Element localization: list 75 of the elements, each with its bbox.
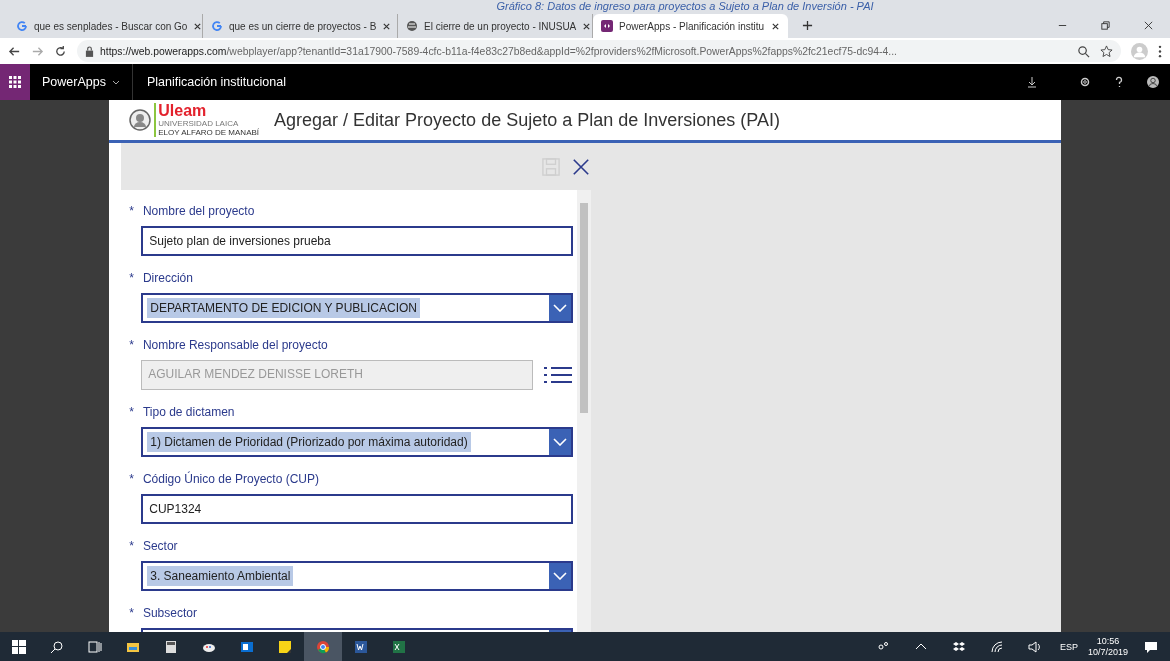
close-icon[interactable] — [1143, 19, 1154, 31]
required-marker: * — [129, 471, 134, 486]
dropdown-field[interactable]: 3. Saneamiento Ambiental — [141, 561, 574, 591]
field-label: Tipo de dictamen — [142, 404, 235, 419]
restore-icon[interactable] — [1100, 19, 1111, 31]
close-icon[interactable] — [572, 157, 591, 176]
excel-icon[interactable] — [392, 639, 406, 654]
required-marker: * — [129, 404, 134, 419]
zoom-icon[interactable] — [1077, 44, 1090, 58]
input-language[interactable]: ESP — [1059, 641, 1078, 652]
task-view-icon[interactable] — [88, 639, 102, 654]
field-label: Código Único de Proyecto (CUP) — [142, 471, 319, 486]
scrollbar[interactable] — [577, 190, 592, 632]
logo-subtitle: UNIVERSIDAD LAICA — [158, 119, 240, 128]
dropdown-chevron-icon — [549, 429, 572, 455]
star-icon[interactable] — [1100, 44, 1113, 58]
help-icon[interactable] — [1113, 76, 1125, 88]
app-name: Planificación institucional — [145, 75, 287, 89]
reload-icon[interactable] — [54, 44, 67, 58]
notification-icon[interactable] — [1144, 639, 1158, 654]
download-icon[interactable] — [1026, 76, 1038, 88]
browser-tab[interactable]: PowerApps - Planificación institu — [593, 14, 788, 38]
logo-wordmark: Uleam — [158, 103, 208, 119]
required-marker: * — [129, 538, 134, 553]
selected-value: 3. Saneamiento Ambiental — [147, 566, 294, 586]
wifi-icon[interactable] — [989, 639, 1004, 654]
seal-logo-icon — [129, 109, 152, 131]
calculator-icon[interactable] — [164, 639, 178, 654]
speaker-icon[interactable] — [1027, 639, 1042, 654]
dropdown-chevron-icon — [549, 295, 572, 321]
dropdown-chevron-icon — [549, 563, 572, 589]
list-icon[interactable] — [543, 365, 574, 385]
g-letter-icon — [16, 20, 28, 32]
settings-icon[interactable] — [1079, 76, 1091, 88]
close-icon[interactable] — [582, 21, 592, 31]
caret-icon — [111, 79, 120, 85]
user-avatar-icon[interactable] — [1147, 76, 1159, 88]
address-bar[interactable]: https://web.powerapps.com/webplayer/app?tenantId=31a17900-7589-4cfc-b11a-f4e83c27b8ed&appId=%2fproviders%2fMicrosoft.PowerApps%2fapps%2fc21ecf75-dc94-4... — [77, 40, 1121, 62]
close-icon[interactable] — [382, 21, 392, 31]
mail-app-icon[interactable] — [240, 639, 254, 654]
required-marker: * — [129, 203, 134, 218]
field-label: Subsector — [142, 605, 197, 620]
selected-value: 1) Dictamen de Prioridad (Priorizado por máxima autoridad) — [147, 432, 471, 452]
field-label: Nombre Responsable del proyecto — [142, 337, 328, 352]
chrome-icon[interactable] — [316, 639, 330, 654]
search-icon[interactable] — [50, 639, 64, 654]
lock-icon — [85, 45, 94, 57]
globe-icon — [406, 20, 418, 32]
text-input[interactable]: Sujeto plan de inversiones prueba — [141, 226, 574, 256]
figure-caption: Gráfico 8: Datos de ingreso para proyectos a Sujeto a Plan de Inversión - PAI — [0, 0, 1170, 12]
grid-icon — [9, 76, 21, 88]
dropdown-field[interactable]: DEPARTAMENTO DE EDICION Y PUBLICACION — [141, 293, 574, 323]
screen-title: Agregar / Editar Proyecto de Sujeto a Plan de Inversiones (PAI) — [274, 109, 780, 131]
more-options-icon[interactable] — [1158, 44, 1162, 58]
new-tab-icon[interactable] — [802, 19, 813, 31]
clock-time[interactable]: 10:56 — [1096, 635, 1120, 647]
field-label: Sector — [142, 538, 178, 553]
text-input[interactable]: CUP1324 — [141, 494, 574, 524]
g-letter-icon — [211, 20, 223, 32]
close-icon[interactable] — [771, 21, 780, 31]
field-label: Nombre del proyecto — [142, 203, 255, 218]
close-icon[interactable] — [193, 21, 203, 31]
logo-subtitle: ELOY ALFARO DE MANABÍ — [158, 128, 260, 137]
required-marker: * — [129, 337, 134, 352]
dropdown-field[interactable]: 1) Dictamen de Prioridad (Priorizado por máxima autoridad) — [141, 427, 574, 457]
field-label: Dirección — [142, 270, 193, 285]
required-marker: * — [129, 605, 134, 620]
selected-value: DEPARTAMENTO DE EDICION Y PUBLICACION — [147, 298, 420, 318]
app-logo-icon — [601, 20, 613, 32]
windows-start-icon[interactable] — [12, 639, 26, 654]
required-marker: * — [129, 270, 134, 285]
word-icon[interactable] — [354, 639, 368, 654]
app-launcher-button[interactable] — [0, 64, 30, 100]
clock-date[interactable]: 10/7/2019 — [1087, 646, 1128, 658]
sticky-note-icon[interactable] — [278, 639, 292, 654]
